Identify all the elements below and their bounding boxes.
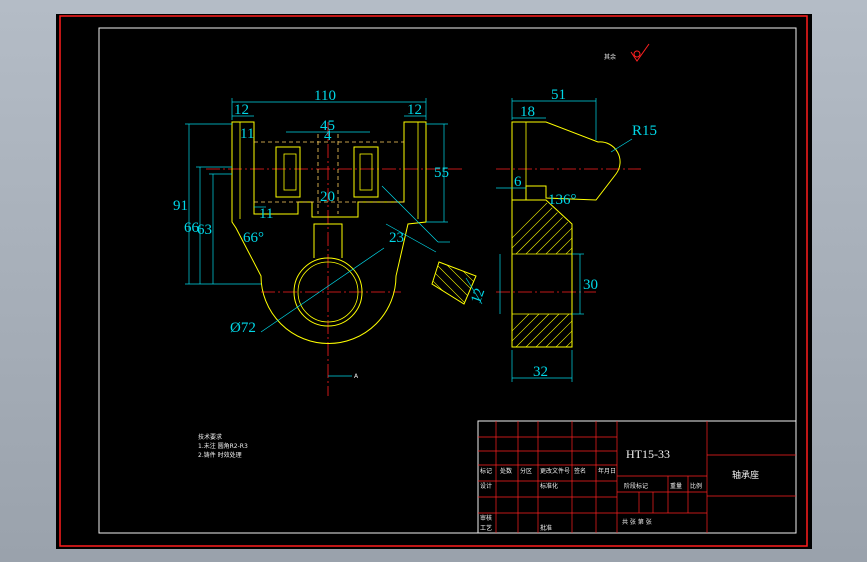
section-label-a: A <box>354 373 359 380</box>
dim-detail-thickness: 12 <box>468 286 488 306</box>
tb-label-process: 工艺 <box>480 524 492 532</box>
tb-label-standard: 标准化 <box>540 482 558 490</box>
dim-flange: 18 <box>520 104 535 120</box>
cad-viewport[interactable]: 110 12 12 11 45 4 20 91 66 63 55 11 66° … <box>56 14 812 549</box>
tb-label-stage: 阶段标记 <box>624 482 648 490</box>
tb-label-date: 年月日 <box>598 467 616 475</box>
technical-notes: 技术要求 1.未注 圆角R2-R3 2.铸件 时效处理 <box>198 433 248 459</box>
slot-right <box>353 146 379 198</box>
roughness-symbol-icon <box>630 43 650 62</box>
tb-label-change: 更改文件号 <box>540 467 570 475</box>
tb-label-sheets: 共 张 第 张 <box>622 518 652 526</box>
tb-label-count: 处数 <box>500 467 512 475</box>
title-block: 标记 处数 分区 更改文件号 签名 年月日 设计 标准化 审核 工艺 批准 阶段… <box>477 420 797 534</box>
dim-total-width: 51 <box>551 87 566 103</box>
dim-right-height: 55 <box>434 165 449 181</box>
dim-slot-inner: 4 <box>324 128 332 144</box>
slot-right-inner <box>359 153 373 191</box>
engineering-drawing: 110 12 12 11 45 4 20 91 66 63 55 11 66° … <box>59 15 808 547</box>
dim-radius: R15 <box>632 123 657 139</box>
side-lower-outline <box>511 199 573 348</box>
dim-angle-136: 136° <box>548 192 577 208</box>
dim-base-32: 32 <box>533 364 548 380</box>
front-dimensions <box>185 98 450 377</box>
tb-label-weight: 重量 <box>670 482 682 490</box>
outer-border <box>59 15 808 547</box>
tb-label-design: 设计 <box>480 482 492 490</box>
tb-label-sign: 签名 <box>574 467 586 475</box>
dim-bore-dia: Ø72 <box>230 320 256 336</box>
dim-overall-height: 91 <box>173 198 188 214</box>
side-view: 51 18 R15 6 136° 30 32 <box>496 87 657 382</box>
dim-left-lug: 12 <box>234 102 249 118</box>
dim-r23: 23 <box>389 230 404 246</box>
tb-label-review: 审核 <box>480 514 492 522</box>
dim-right-lug: 12 <box>407 102 422 118</box>
dim-keyway: 20 <box>320 189 335 205</box>
tech-note-title: 技术要求 <box>198 433 222 441</box>
dim-step: 6 <box>514 174 522 190</box>
tb-label-zone: 分区 <box>520 467 532 475</box>
roughness-note: 其余 <box>604 53 616 61</box>
tech-note-1: 1.未注 圆角R2-R3 <box>198 442 248 450</box>
dim-height-63: 63 <box>197 222 212 238</box>
front-view: 110 12 12 11 45 4 20 91 66 63 55 11 66° … <box>173 88 464 396</box>
tb-label-scale: 比例 <box>690 482 702 490</box>
side-outline <box>511 121 621 201</box>
title-part-name: 轴承座 <box>732 469 759 481</box>
tech-note-2: 2.铸件 时效处理 <box>198 451 242 459</box>
tb-label-mark: 标记 <box>480 467 492 475</box>
tb-label-approve: 批准 <box>540 524 552 532</box>
title-material: HT15-33 <box>626 447 670 461</box>
slot-left-inner <box>283 153 297 191</box>
dim-small-11: 11 <box>259 206 273 222</box>
dim-height-30: 30 <box>583 277 598 293</box>
dim-overall-width: 110 <box>314 88 336 104</box>
detail-section: 12 <box>431 261 488 306</box>
dim-angle-66: 66° <box>243 230 264 246</box>
dim-top-small: 11 <box>240 126 254 142</box>
